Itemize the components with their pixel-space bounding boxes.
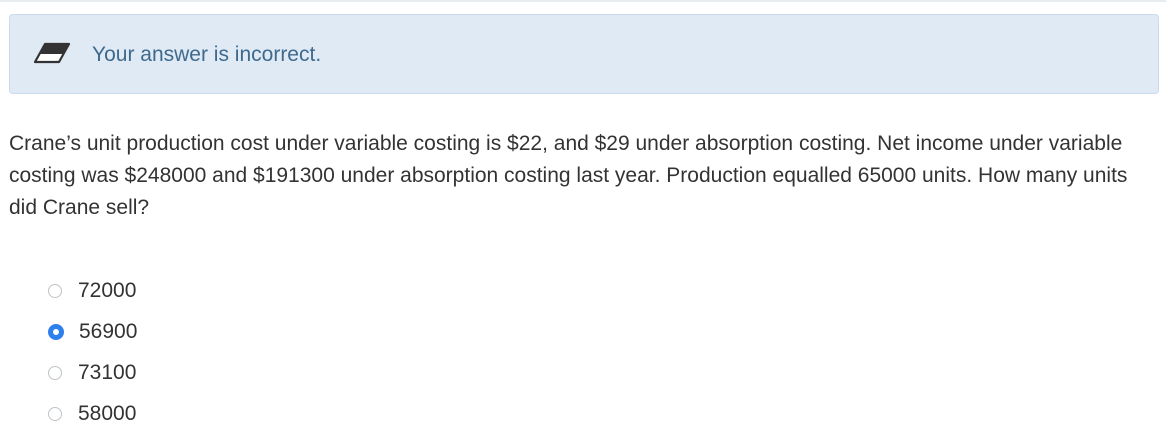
- option-2[interactable]: 73100: [48, 352, 137, 393]
- radio-button-selected[interactable]: [48, 323, 64, 340]
- radio-button[interactable]: [48, 365, 62, 380]
- feedback-alert: Your answer is incorrect.: [9, 14, 1159, 94]
- answer-options: 72000 56900 73100 58000: [48, 270, 137, 434]
- option-label: 56900: [79, 319, 138, 343]
- feedback-message: Your answer is incorrect.: [92, 43, 322, 66]
- eraser-icon: [32, 41, 72, 67]
- option-0[interactable]: 72000: [48, 270, 137, 311]
- option-label: 73100: [78, 360, 137, 384]
- option-label: 58000: [78, 401, 137, 425]
- radio-button[interactable]: [48, 406, 62, 421]
- top-divider: [0, 0, 1166, 2]
- question-text: Crane’s unit production cost under varia…: [9, 132, 1128, 219]
- option-1[interactable]: 56900: [48, 311, 137, 352]
- option-3[interactable]: 58000: [48, 393, 137, 434]
- radio-button[interactable]: [48, 283, 62, 298]
- option-label: 72000: [78, 278, 137, 302]
